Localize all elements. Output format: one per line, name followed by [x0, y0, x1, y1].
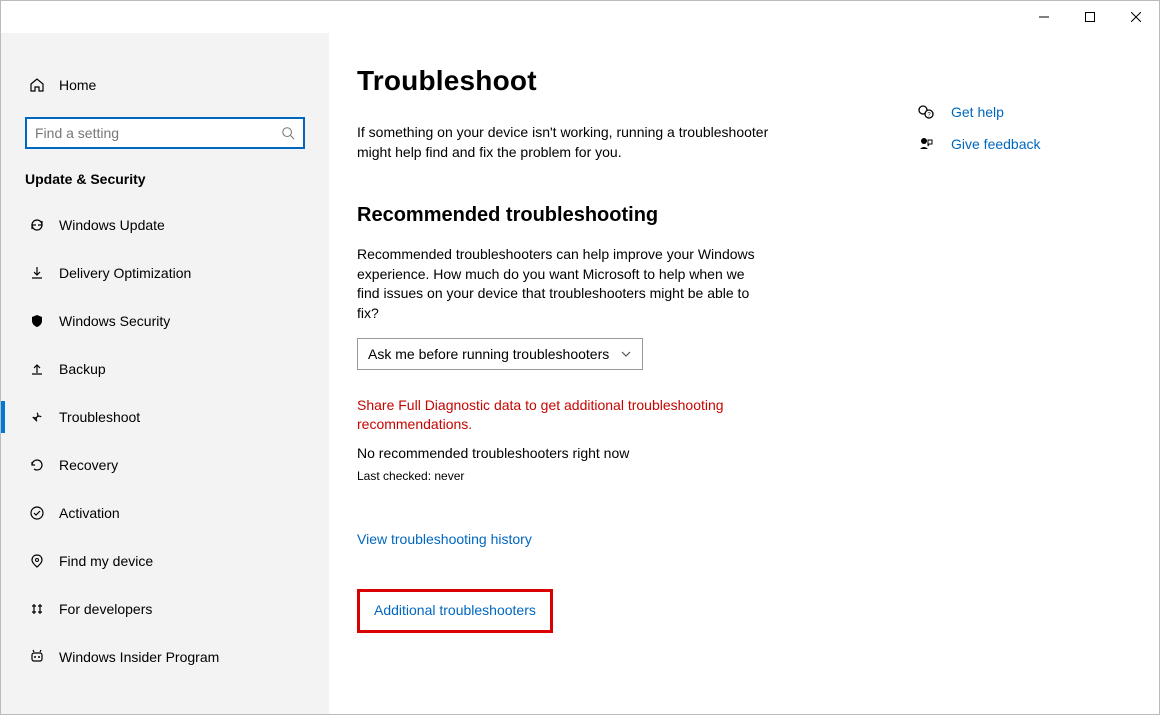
sidebar-item-label: For developers [59, 601, 152, 617]
close-button[interactable] [1113, 1, 1159, 33]
search-icon [281, 126, 295, 140]
download-icon [29, 265, 59, 281]
search-input-container[interactable] [25, 117, 305, 149]
shield-icon [29, 313, 59, 329]
section-title: Recommended troubleshooting [357, 204, 857, 227]
give-feedback-label: Give feedback [951, 136, 1041, 152]
get-help-link[interactable]: ? Get help [917, 103, 1117, 121]
sidebar-item-troubleshoot[interactable]: Troubleshoot [1, 393, 329, 441]
developer-icon [29, 601, 59, 617]
home-icon [29, 77, 59, 93]
chevron-down-icon [620, 348, 632, 360]
sidebar-item-label: Windows Insider Program [59, 649, 219, 665]
checkmark-circle-icon [29, 505, 59, 521]
sidebar-item-find-my-device[interactable]: Find my device [1, 537, 329, 585]
section-description: Recommended troubleshooters can help imp… [357, 245, 767, 323]
search-input[interactable] [35, 125, 281, 141]
sidebar-item-windows-update[interactable]: Windows Update [1, 201, 329, 249]
give-feedback-link[interactable]: Give feedback [917, 135, 1117, 153]
sidebar-item-label: Find my device [59, 553, 153, 569]
status-text: No recommended troubleshooters right now [357, 445, 857, 461]
intro-text: If something on your device isn't workin… [357, 123, 777, 162]
page-title: Troubleshoot [357, 65, 857, 97]
sidebar-item-label: Windows Security [59, 313, 170, 329]
wrench-icon [29, 409, 59, 425]
sidebar-item-label: Activation [59, 505, 120, 521]
view-history-link[interactable]: View troubleshooting history [357, 531, 532, 547]
sidebar-item-label: Delivery Optimization [59, 265, 191, 281]
troubleshooter-preference-dropdown[interactable]: Ask me before running troubleshooters [357, 338, 643, 370]
sidebar-home[interactable]: Home [1, 65, 329, 105]
sidebar-home-label: Home [59, 77, 96, 93]
sidebar-item-label: Windows Update [59, 217, 165, 233]
sidebar-item-backup[interactable]: Backup [1, 345, 329, 393]
additional-troubleshooters-link[interactable]: Additional troubleshooters [374, 602, 536, 618]
recovery-icon [29, 457, 59, 473]
sidebar-category-title: Update & Security [1, 163, 329, 201]
sidebar-item-label: Troubleshoot [59, 409, 140, 425]
help-icon: ? [917, 103, 935, 121]
sidebar-item-delivery-optimization[interactable]: Delivery Optimization [1, 249, 329, 297]
sidebar-item-for-developers[interactable]: For developers [1, 585, 329, 633]
sync-icon [29, 217, 59, 233]
sidebar-item-windows-security[interactable]: Windows Security [1, 297, 329, 345]
minimize-button[interactable] [1021, 1, 1067, 33]
sidebar-item-recovery[interactable]: Recovery [1, 441, 329, 489]
location-icon [29, 553, 59, 569]
dropdown-value: Ask me before running troubleshooters [368, 346, 609, 362]
sidebar-item-label: Backup [59, 361, 106, 377]
additional-troubleshooters-highlight: Additional troubleshooters [357, 589, 553, 633]
backup-icon [29, 361, 59, 377]
insider-icon [29, 649, 59, 665]
sidebar-item-windows-insider[interactable]: Windows Insider Program [1, 633, 329, 681]
sidebar-item-activation[interactable]: Activation [1, 489, 329, 537]
feedback-icon [917, 135, 935, 153]
maximize-button[interactable] [1067, 1, 1113, 33]
sidebar-item-label: Recovery [59, 457, 118, 473]
get-help-label: Get help [951, 104, 1004, 120]
diagnostic-warning: Share Full Diagnostic data to get additi… [357, 396, 737, 435]
last-checked-text: Last checked: never [357, 469, 857, 483]
